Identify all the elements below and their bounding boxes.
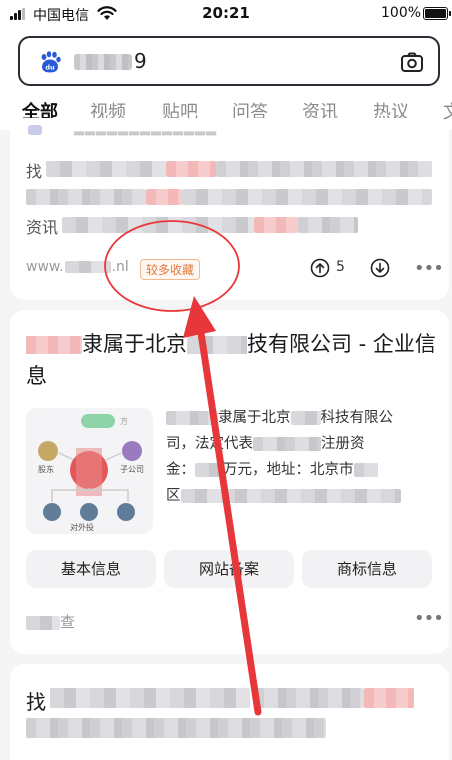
search-input[interactable]: du 9 bbox=[18, 36, 440, 86]
search-header: du 9 全部 视频 贴吧 问答 资讯 热议 文 bbox=[0, 30, 452, 130]
downvote-icon[interactable] bbox=[370, 258, 390, 278]
result-title[interactable]: 隶属于北京 技有限公司 - 企业信息 bbox=[26, 328, 436, 392]
redacted-text bbox=[253, 437, 321, 451]
redacted-text bbox=[166, 161, 216, 177]
redacted-site-url: ▂▂▂▂▂▂▂▂▂▂▂▂▂ bbox=[74, 121, 217, 136]
svg-text:du: du bbox=[45, 64, 55, 72]
snippet-line-3-prefix: 资讯 bbox=[26, 218, 59, 237]
svg-text:方: 方 bbox=[120, 416, 128, 426]
basic-info-button[interactable]: 基本信息 bbox=[26, 550, 156, 588]
site-favicon bbox=[28, 125, 42, 135]
url-suffix: .nl bbox=[111, 259, 129, 275]
redacted-text bbox=[46, 161, 166, 177]
trademark-info-button[interactable]: 商标信息 bbox=[302, 550, 432, 588]
redacted-text bbox=[187, 336, 247, 354]
more-icon[interactable]: ••• bbox=[414, 608, 444, 629]
battery-percent: 100% bbox=[381, 5, 422, 21]
redacted-text bbox=[62, 217, 254, 233]
upvote-count: 5 bbox=[336, 259, 345, 275]
status-bar: 中国电信 20:21 100% bbox=[0, 0, 452, 30]
summary-segment: 司，法定代表 bbox=[166, 436, 253, 452]
result-title-first-char: 找 bbox=[26, 690, 46, 714]
redacted-text bbox=[195, 463, 223, 477]
result-card-3[interactable]: 找 bbox=[10, 664, 449, 760]
summary-segment: 注册资 bbox=[321, 436, 365, 452]
diagram-shareholder-label: 股东 bbox=[38, 464, 54, 474]
result-card-1[interactable]: ▂▂▂▂▂▂▂▂▂▂▂▂▂ 找 资讯 www. .nl 较多收藏 5 ••• bbox=[10, 118, 449, 300]
result-card-2[interactable]: 隶属于北京 技有限公司 - 企业信息 方 股东 子公司 对外投 隶属于北京科技有限… bbox=[10, 310, 449, 654]
diagram-investment-label: 对外投 bbox=[70, 522, 94, 532]
upvote-icon[interactable] bbox=[310, 258, 330, 278]
redacted-text bbox=[254, 688, 364, 708]
equity-diagram: 方 股东 子公司 对外投 bbox=[38, 414, 144, 532]
battery-icon bbox=[423, 7, 451, 20]
baidu-paw-icon: du bbox=[41, 51, 61, 73]
diagram-subsidiary-label: 子公司 bbox=[120, 465, 144, 474]
tab-doc[interactable]: 文 bbox=[443, 98, 452, 124]
redacted-text bbox=[166, 411, 218, 425]
redacted-text bbox=[298, 217, 358, 233]
redacted-text bbox=[254, 217, 298, 233]
snippet-line-1-prefix: 找 bbox=[26, 162, 43, 181]
search-query-text: 9 bbox=[134, 49, 147, 73]
redacted-text bbox=[364, 688, 414, 708]
redacted-text bbox=[50, 688, 250, 708]
redacted-text bbox=[290, 411, 321, 425]
summary-segment: 隶属于北京 bbox=[218, 410, 291, 426]
redacted-query bbox=[74, 54, 132, 70]
redacted-text bbox=[353, 463, 378, 477]
source-suffix: 查 bbox=[60, 613, 76, 631]
summary-segment: 金： bbox=[166, 462, 195, 478]
camera-icon[interactable] bbox=[400, 51, 424, 73]
url-prefix: www. bbox=[26, 259, 64, 275]
source-label[interactable]: 查 bbox=[26, 611, 75, 632]
title-part-1: 隶属于北京 bbox=[82, 332, 187, 356]
redacted-text bbox=[180, 489, 401, 503]
company-summary: 隶属于北京 科技有限公司，法定代表 注册资金： 万元，地址：北京市区 bbox=[166, 405, 438, 509]
redacted-text bbox=[146, 189, 182, 205]
redacted-text bbox=[26, 189, 146, 205]
summary-segment: 科技有限公 bbox=[320, 410, 394, 426]
redacted-text bbox=[26, 336, 82, 354]
summary-segment: 万元，地址：北京市 bbox=[223, 462, 354, 478]
favorites-badge: 较多收藏 bbox=[140, 259, 201, 280]
redacted-text bbox=[182, 189, 432, 205]
redacted-url bbox=[64, 261, 111, 273]
site-filing-button[interactable]: 网站备案 bbox=[164, 550, 294, 588]
summary-segment: 区 bbox=[166, 488, 181, 504]
more-icon[interactable]: ••• bbox=[414, 258, 444, 279]
redacted-text bbox=[26, 718, 326, 738]
redacted-text bbox=[26, 615, 60, 630]
result-url[interactable]: www. .nl bbox=[26, 259, 129, 275]
redacted-text bbox=[216, 161, 432, 177]
company-structure-thumbnail[interactable]: 方 股东 子公司 对外投 bbox=[26, 408, 153, 534]
